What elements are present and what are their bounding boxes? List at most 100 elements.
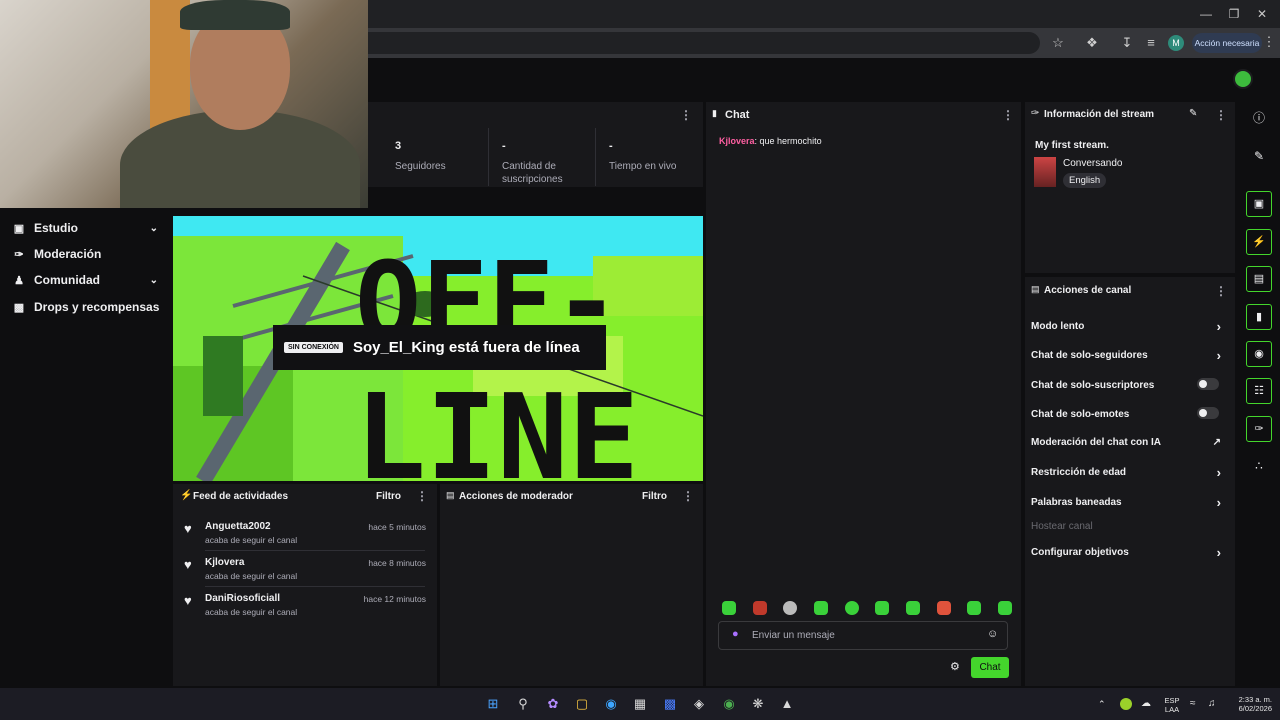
chevron-right-icon: › bbox=[1216, 495, 1221, 510]
minimize-icon[interactable]: — bbox=[1198, 6, 1214, 22]
search-icon[interactable]: ⚲ bbox=[514, 695, 532, 713]
emote-icon[interactable] bbox=[813, 601, 828, 615]
store-icon[interactable]: ▦ bbox=[631, 695, 649, 713]
more-icon[interactable]: ⋮ bbox=[682, 489, 694, 503]
more-icon[interactable]: ⋮ bbox=[1215, 284, 1227, 298]
chevron-up-icon[interactable]: ⌃ bbox=[1098, 699, 1106, 710]
action-age-restriction[interactable]: Restricción de edad › bbox=[1031, 465, 1227, 480]
nav-item-estudio[interactable]: ▣ Estudio ⌄ bbox=[12, 218, 162, 238]
stream-title: My first stream. bbox=[1035, 140, 1109, 151]
chart-icon: ▩ bbox=[13, 301, 25, 314]
emote-icon[interactable] bbox=[905, 601, 920, 615]
action-label: Moderación del chat con IA bbox=[1031, 437, 1162, 448]
list-icon: ▤ bbox=[446, 490, 455, 500]
microphone-icon[interactable]: ● bbox=[732, 628, 739, 640]
app-icon[interactable]: ▩ bbox=[661, 695, 679, 713]
feed-desc: acaba de seguir el canal bbox=[205, 571, 298, 581]
emoji-icon[interactable]: ☺ bbox=[987, 628, 998, 640]
chat-icon[interactable]: ▮ bbox=[1246, 304, 1272, 330]
chrome-icon[interactable]: ◉ bbox=[720, 695, 738, 713]
left-nav: ▣ Estudio ⌄ ✑ Moderación ♟ Comunidad ⌄ ▩… bbox=[0, 208, 172, 688]
chatgpt-icon[interactable]: ❋ bbox=[749, 695, 767, 713]
action-goals[interactable]: Configurar objetivos › bbox=[1031, 545, 1227, 560]
feed-item[interactable]: ♥ Anguetta2002 acaba de seguir el canal … bbox=[173, 514, 437, 550]
feed-user: Anguetta2002 bbox=[205, 521, 271, 532]
action-slow-mode[interactable]: Modo lento › bbox=[1031, 319, 1227, 334]
add-panel-icon[interactable]: ∴ bbox=[1246, 453, 1272, 479]
nav-item-comunidad[interactable]: ♟ Comunidad ⌄ bbox=[12, 270, 162, 290]
lightning-icon[interactable]: ⚡ bbox=[1246, 229, 1272, 255]
activity-feed-panel: ⚡ Feed de actividades Filtro ⋮ ♥ Anguett… bbox=[173, 484, 437, 686]
emote-icon[interactable] bbox=[875, 601, 890, 615]
edit-icon[interactable]: ✎ bbox=[1189, 108, 1197, 119]
copilot-icon[interactable]: ✿ bbox=[544, 695, 562, 713]
stream-info-panel: ✑ Información del stream ✎ ⋮ My first st… bbox=[1025, 102, 1235, 273]
feed-item[interactable]: ♥ Kjlovera acaba de seguir el canal hace… bbox=[173, 550, 437, 586]
layout-icon[interactable]: ☷ bbox=[1246, 378, 1272, 404]
clip-icon[interactable]: ▣ bbox=[1246, 191, 1272, 217]
broadcast-icon[interactable]: ◉ bbox=[1246, 341, 1272, 367]
filter-button[interactable]: Filtro bbox=[642, 491, 667, 502]
app-icon[interactable]: ◈ bbox=[690, 695, 708, 713]
emote-icon[interactable] bbox=[844, 601, 859, 615]
category-thumbnail[interactable] bbox=[1034, 157, 1056, 187]
emote-icon[interactable] bbox=[722, 601, 736, 615]
toggle-switch[interactable] bbox=[1197, 378, 1219, 390]
windows-start-icon[interactable]: ⊞ bbox=[484, 695, 502, 713]
edge-icon[interactable]: ◉ bbox=[602, 695, 620, 713]
volume-icon[interactable]: ♫ bbox=[1208, 698, 1216, 709]
emote-icon[interactable] bbox=[752, 601, 767, 615]
clock[interactable]: 2:33 a. m. 6/02/2026 bbox=[1224, 695, 1272, 713]
download-icon[interactable]: ↧ bbox=[1118, 34, 1136, 52]
more-icon[interactable]: ⋮ bbox=[1215, 108, 1227, 122]
restore-icon[interactable]: ❐ bbox=[1226, 6, 1242, 22]
close-icon[interactable]: ✕ bbox=[1254, 6, 1270, 22]
app-icon[interactable]: ▲ bbox=[778, 695, 796, 713]
stat-value: - bbox=[609, 140, 613, 152]
stream-category[interactable]: Conversando bbox=[1063, 158, 1122, 169]
action-required-button[interactable]: Acción necesaria bbox=[1192, 33, 1262, 53]
chat-input[interactable]: ● Enviar un mensaje ☺ bbox=[718, 621, 1008, 650]
language-indicator[interactable]: ESP LAA bbox=[1160, 696, 1184, 714]
user-avatar[interactable] bbox=[1233, 69, 1253, 89]
bookmark-star-icon[interactable]: ☆ bbox=[1049, 34, 1067, 52]
chevron-right-icon: › bbox=[1216, 348, 1221, 363]
chat-send-button[interactable]: Chat bbox=[971, 657, 1009, 678]
cloud-icon[interactable]: ☁ bbox=[1141, 698, 1151, 709]
heart-icon: ♥ bbox=[184, 521, 192, 536]
extensions-icon[interactable]: ❖ bbox=[1083, 34, 1101, 52]
settings-icon[interactable]: ⚙ bbox=[950, 660, 960, 673]
media-icon[interactable]: ≡ bbox=[1142, 34, 1160, 52]
nav-item-moderacion[interactable]: ✑ Moderación bbox=[12, 244, 162, 264]
more-icon[interactable]: ⋮ bbox=[1002, 108, 1014, 122]
edit-icon[interactable]: ✎ bbox=[1246, 143, 1272, 169]
chat-username[interactable]: Kjlovera bbox=[719, 136, 755, 146]
emote-icon[interactable] bbox=[967, 601, 982, 615]
emote-icon[interactable] bbox=[936, 601, 951, 615]
action-followers-only[interactable]: Chat de solo-seguidores › bbox=[1031, 348, 1227, 363]
emote-icon[interactable] bbox=[997, 601, 1012, 615]
external-link-icon: ↗ bbox=[1212, 437, 1221, 448]
profile-avatar[interactable]: M bbox=[1168, 35, 1184, 51]
action-ai-moderation[interactable]: Moderación del chat con IA ↗ bbox=[1031, 437, 1227, 448]
action-label: Configurar objetivos bbox=[1031, 547, 1129, 558]
offline-art-text: LINE bbox=[355, 368, 639, 481]
browser-menu-icon[interactable]: ⋮ bbox=[1262, 34, 1276, 52]
stat-label: Cantidad de suscripciones bbox=[502, 161, 563, 185]
tray-app-icon[interactable] bbox=[1120, 698, 1132, 710]
action-banned-words[interactable]: Palabras baneadas › bbox=[1031, 495, 1227, 510]
info-icon[interactable]: ⓘ bbox=[1246, 105, 1272, 131]
emote-icon[interactable] bbox=[783, 601, 798, 615]
more-icon[interactable]: ⋮ bbox=[680, 108, 692, 122]
wifi-icon[interactable]: ≈ bbox=[1190, 698, 1196, 709]
feed-item[interactable]: ♥ DaniRiosoficiall acaba de seguir el ca… bbox=[173, 586, 437, 622]
more-icon[interactable]: ⋮ bbox=[416, 489, 428, 503]
wrench-icon[interactable]: ✑ bbox=[1246, 416, 1272, 442]
folder-icon[interactable]: ▢ bbox=[573, 695, 591, 713]
document-icon[interactable]: ▤ bbox=[1246, 266, 1272, 292]
nav-item-drops[interactable]: ▩ Drops y recompensas bbox=[12, 297, 162, 317]
action-label: Chat de solo-seguidores bbox=[1031, 350, 1148, 361]
filter-button[interactable]: Filtro bbox=[376, 491, 401, 502]
webcam-overlay bbox=[0, 0, 368, 208]
toggle-switch[interactable] bbox=[1197, 407, 1219, 419]
